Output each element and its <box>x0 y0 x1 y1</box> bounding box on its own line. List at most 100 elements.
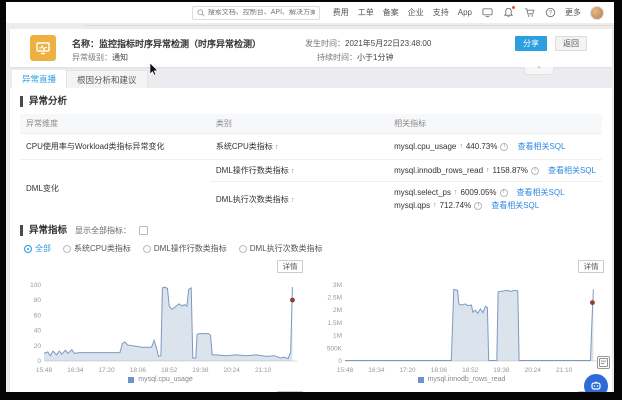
info-icon: i <box>500 189 508 197</box>
col-dimension: 异常维度 <box>20 114 210 134</box>
metric-cell: mysql.select_ps↑6009.05%i查看相关SQL mysql.q… <box>388 182 602 217</box>
show-all-label: 显示全部指标： <box>75 225 131 236</box>
section-title-anomaly-analysis: 异常分析 <box>20 96 612 107</box>
nav-item-app[interactable]: App <box>458 8 472 17</box>
up-arrow-icon: ↑ <box>291 168 295 175</box>
info-icon: i <box>474 202 482 210</box>
svg-text:18:52: 18:52 <box>462 367 479 374</box>
metric-cell: mysql.innodb_rows_read↑1158.87%i查看相关SQL <box>388 160 602 182</box>
svg-text:15:48: 15:48 <box>337 367 354 374</box>
search-icon <box>197 4 205 22</box>
mouse-cursor <box>150 63 159 81</box>
radio-icon <box>239 245 247 253</box>
unread-badge <box>512 6 515 9</box>
svg-text:18:52: 18:52 <box>161 367 178 374</box>
console-monitor-icon[interactable] <box>481 7 493 19</box>
user-avatar[interactable] <box>590 6 604 20</box>
col-category: 类别 <box>210 114 388 134</box>
svg-text:500K: 500K <box>327 345 343 352</box>
search-input[interactable] <box>208 9 315 16</box>
svg-text:20: 20 <box>34 343 42 350</box>
duration: 持续时间：小于1分钟 <box>317 52 393 63</box>
svg-text:40: 40 <box>34 328 42 335</box>
tab-root-cause[interactable]: 根因分析和建议 <box>66 70 148 88</box>
nav-item-support[interactable]: 支持 <box>433 7 449 18</box>
filter-dml-exec[interactable]: DML执行次数类指标 <box>239 243 323 254</box>
view-sql-link[interactable]: 查看相关SQL <box>517 140 565 153</box>
radio-icon <box>24 245 32 253</box>
svg-text:1.5M: 1.5M <box>328 320 342 327</box>
svg-text:21:10: 21:10 <box>255 367 272 374</box>
feedback-panel-icon[interactable] <box>597 356 610 369</box>
event-level: 异常级别：通知 <box>72 52 128 63</box>
chart-legend: mysql.innodb_rows_read <box>319 376 604 383</box>
filter-all[interactable]: 全部 <box>24 243 51 254</box>
nav-item-ticket[interactable]: 工单 <box>358 7 374 18</box>
table-row: DML变化 DML操作行数类指标 ↑ mysql.innodb_rows_rea… <box>20 160 602 182</box>
dimension-cell: CPU使用率与Workload类指标异常变化 <box>20 134 210 160</box>
up-arrow-icon: ↑ <box>275 144 279 151</box>
detail-button[interactable]: 详情 <box>277 260 303 273</box>
metric-cell: mysql.cpu_usage↑440.73%i查看相关SQL <box>388 134 602 160</box>
info-icon: i <box>531 167 539 175</box>
cpu-usage-chart: 02040608010015:4816:3417:2018:0618:5219:… <box>18 275 303 375</box>
up-arrow-icon: ↑ <box>454 186 458 199</box>
nav-item-record[interactable]: 备案 <box>383 7 399 18</box>
help-icon[interactable]: ? <box>544 7 556 19</box>
show-all-checkbox[interactable] <box>139 226 148 235</box>
svg-text:?: ? <box>548 11 552 17</box>
svg-text:3M: 3M <box>333 282 342 289</box>
chart-legend: mysql.cpu_usage <box>18 376 303 383</box>
occur-time: 发生时间：2021年5月22日23:48:00 <box>305 38 431 49</box>
view-sql-link[interactable]: 查看相关SQL <box>491 199 539 212</box>
svg-text:1M: 1M <box>333 333 342 340</box>
table-row: CPU使用率与Workload类指标异常变化 系统CPU类指标 ↑ mysql.… <box>20 134 602 160</box>
detail-button[interactable]: 详情 <box>578 260 604 273</box>
back-button[interactable]: 返回 <box>555 36 587 51</box>
svg-text:100: 100 <box>30 282 41 289</box>
screen: 费用 工单 备案 企业 支持 App ? 更多 名称：监控指标时序异常检测（时序… <box>0 0 622 400</box>
dimension-cell: DML变化 <box>20 160 210 217</box>
collapse-handle[interactable]: ⌃ <box>524 67 554 75</box>
share-button[interactable]: 分享 <box>515 36 547 51</box>
metric-filter-group: 全部 系统CPU类指标 DML操作行数类指标 DML执行次数类指标 <box>24 243 612 254</box>
nav-item-enterprise[interactable]: 企业 <box>408 7 424 18</box>
tab-anomaly-live[interactable]: 异常直播 <box>12 70 66 88</box>
up-arrow-icon: ↑ <box>459 140 463 153</box>
filter-cpu[interactable]: 系统CPU类指标 <box>63 243 131 254</box>
view-sql-link[interactable]: 查看相关SQL <box>548 164 596 177</box>
svg-text:20:24: 20:24 <box>224 367 241 374</box>
category-cell: 系统CPU类指标 ↑ <box>210 134 388 160</box>
svg-text:60: 60 <box>34 312 42 319</box>
letterbox-top <box>0 0 622 2</box>
view-sql-link[interactable]: 查看相关SQL <box>517 186 565 199</box>
svg-text:17:20: 17:20 <box>98 367 115 374</box>
nav-item-billing[interactable]: 费用 <box>333 7 349 18</box>
info-icon: i <box>500 143 508 151</box>
legend-swatch <box>128 377 134 383</box>
nav-item-more[interactable]: 更多 <box>565 7 581 18</box>
search-box[interactable] <box>192 6 320 20</box>
svg-text:19:38: 19:38 <box>192 367 209 374</box>
svg-text:16:34: 16:34 <box>67 367 84 374</box>
svg-text:2M: 2M <box>333 307 342 314</box>
svg-text:0: 0 <box>338 358 342 365</box>
radio-icon <box>143 245 151 253</box>
svg-text:16:34: 16:34 <box>368 367 385 374</box>
svg-text:20:24: 20:24 <box>525 367 542 374</box>
svg-text:0: 0 <box>37 358 41 365</box>
legend-swatch <box>418 377 424 383</box>
top-navbar: 费用 工单 备案 企业 支持 App ? 更多 <box>6 2 614 24</box>
table-header-row: 异常维度 类别 相关指标 <box>20 114 602 134</box>
cart-icon[interactable] <box>523 7 535 19</box>
content-card: 异常分析 异常维度 类别 相关指标 CPU使用率与Workload类指标异常变化… <box>10 88 612 392</box>
event-name: 名称：监控指标时序异常检测（时序异常检测） <box>72 37 261 50</box>
svg-text:17:20: 17:20 <box>399 367 416 374</box>
chart-panel-cpu-usage: 详情 02040608010015:4816:3417:2018:0618:52… <box>10 260 311 383</box>
letterbox-bottom <box>0 392 622 400</box>
event-header-card: 名称：监控指标时序异常检测（时序异常检测） 异常级别：通知 发生时间：2021年… <box>10 29 612 67</box>
filter-dml-rows[interactable]: DML操作行数类指标 <box>143 243 227 254</box>
category-cell: DML操作行数类指标 ↑ <box>210 160 388 182</box>
letterbox-right <box>614 0 622 400</box>
notification-bell-icon[interactable] <box>502 7 514 19</box>
